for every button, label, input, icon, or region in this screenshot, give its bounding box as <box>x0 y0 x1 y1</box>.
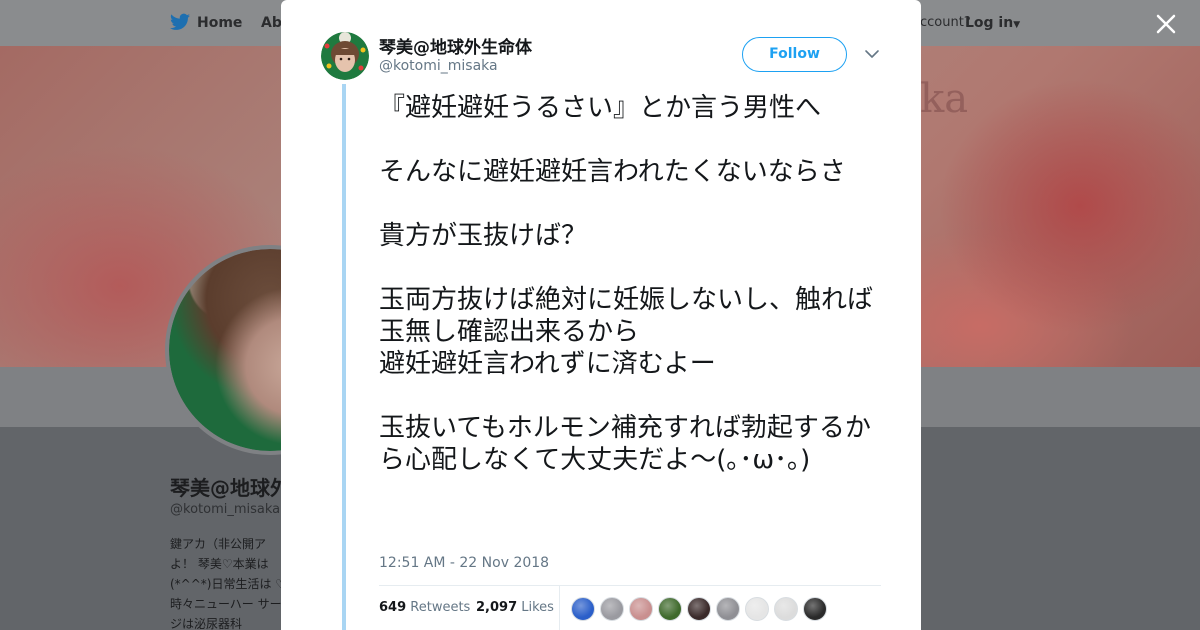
liker-avatar[interactable] <box>687 597 711 621</box>
nav-home-link[interactable]: Home <box>197 15 242 31</box>
liker-avatar[interactable] <box>629 597 653 621</box>
liker-avatar[interactable] <box>658 597 682 621</box>
tweet-modal: 琴美@地球外生命体 @kotomi_misaka Follow 『避妊避妊うるさ… <box>281 0 921 630</box>
profile-handle: @kotomi_misaka <box>170 502 281 517</box>
like-count: 2,097 <box>476 600 518 615</box>
login-label: Log in <box>965 15 1014 31</box>
stats-divider <box>379 585 881 586</box>
follow-button[interactable]: Follow <box>742 37 847 72</box>
retweets-stat[interactable]: 649 Retweets <box>379 600 470 615</box>
twitter-bird-icon <box>170 13 190 30</box>
liker-avatar[interactable] <box>774 597 798 621</box>
author-handle[interactable]: @kotomi_misaka <box>379 58 498 74</box>
nav-login-link[interactable]: Log in▼ <box>965 15 1020 31</box>
tweet-timestamp[interactable]: 12:51 AM - 22 Nov 2018 <box>379 555 549 571</box>
stats-separator <box>559 585 560 630</box>
liker-avatar[interactable] <box>600 597 624 621</box>
nav-account-prompt: ccount? <box>920 15 971 30</box>
banner-watermark: ka <box>920 76 969 122</box>
profile-bio: 鍵アカ（非公開ア よ！ 琴美♡本業は (*^^*)日常生活は ♡時々ニューハー … <box>170 537 287 630</box>
author-avatar[interactable] <box>321 32 369 80</box>
caret-down-icon: ▼ <box>1013 20 1021 30</box>
liker-avatar[interactable] <box>571 597 595 621</box>
chevron-down-icon[interactable] <box>864 47 880 61</box>
liker-avatar[interactable] <box>803 597 827 621</box>
author-name[interactable]: 琴美@地球外生命体 <box>379 33 532 58</box>
retweet-label: Retweets <box>410 600 471 615</box>
tweet-text: 『避妊避妊うるさい』とか言う男性へ そんなに避妊避妊言われたくないならさ 貴方が… <box>379 93 874 475</box>
thread-line <box>342 84 346 630</box>
like-label: Likes <box>521 600 554 615</box>
liker-avatar[interactable] <box>716 597 740 621</box>
profile-name: 琴美@地球外 <box>170 476 290 500</box>
retweet-count: 649 <box>379 600 407 615</box>
close-icon[interactable] <box>1154 12 1178 36</box>
liker-avatar[interactable] <box>745 597 769 621</box>
likes-stat[interactable]: 2,097 Likes <box>476 600 554 615</box>
